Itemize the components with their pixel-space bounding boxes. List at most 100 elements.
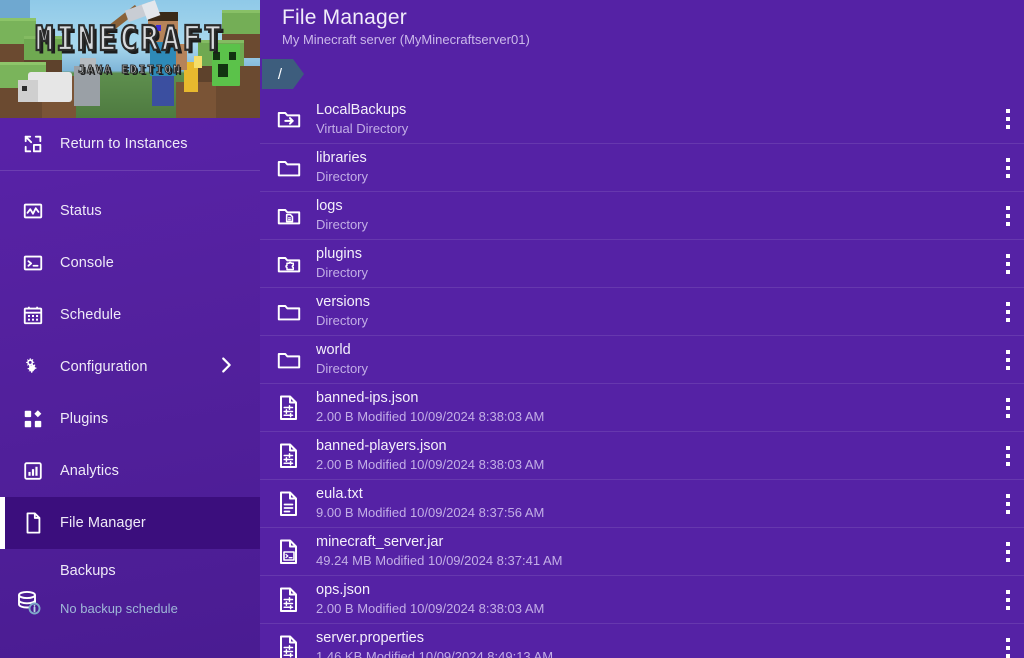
file-name: plugins xyxy=(316,246,368,263)
kebab-menu-icon[interactable] xyxy=(999,201,1017,231)
file-meta: minecraft_server.jar49.24 MB Modified 10… xyxy=(316,534,562,569)
page-header: File Manager My Minecraft server (MyMine… xyxy=(260,0,1024,47)
file-row[interactable]: ops.json2.00 B Modified 10/09/2024 8:38:… xyxy=(260,575,1024,623)
file-details: 9.00 B Modified 10/09/2024 8:37:56 AM xyxy=(316,504,544,521)
kebab-menu-icon[interactable] xyxy=(999,489,1017,519)
sidebar-item-configuration[interactable]: Configuration xyxy=(0,341,260,393)
file-meta: server.properties1.46 KB Modified 10/09/… xyxy=(316,630,553,658)
kebab-menu-icon[interactable] xyxy=(999,633,1017,658)
file-meta: logsDirectory xyxy=(316,198,368,233)
sidebar-item-console[interactable]: Console xyxy=(0,237,260,289)
sidebar-item-label: File Manager xyxy=(60,515,146,531)
kebab-menu-icon[interactable] xyxy=(999,104,1017,134)
sidebar-item-file-manager[interactable]: File Manager xyxy=(0,497,260,549)
file-terminal-icon xyxy=(272,538,306,566)
fullscreen-exit-icon xyxy=(18,133,48,155)
banner-title: MINECRAFT xyxy=(35,20,225,59)
file-meta: eula.txt9.00 B Modified 10/09/2024 8:37:… xyxy=(316,486,544,521)
file-details: 49.24 MB Modified 10/09/2024 8:37:41 AM xyxy=(316,552,562,569)
file-meta: pluginsDirectory xyxy=(316,246,368,281)
kebab-menu-icon[interactable] xyxy=(999,585,1017,615)
file-row[interactable]: banned-players.json2.00 B Modified 10/09… xyxy=(260,431,1024,479)
file-row[interactable]: worldDirectory xyxy=(260,335,1024,383)
file-row[interactable]: minecraft_server.jar49.24 MB Modified 10… xyxy=(260,527,1024,575)
file-meta: versionsDirectory xyxy=(316,294,370,329)
document-icon xyxy=(18,511,48,535)
kebab-menu-icon[interactable] xyxy=(999,441,1017,471)
folder-arrow-icon xyxy=(272,106,306,132)
page-title: File Manager xyxy=(282,6,1024,30)
file-settings-icon xyxy=(272,442,306,470)
server-name-subtitle: My Minecraft server (MyMinecraftserver01… xyxy=(282,32,1024,47)
file-list: LocalBackupsVirtual Directory librariesD… xyxy=(260,95,1024,658)
file-name: server.properties xyxy=(316,630,553,647)
file-details: Directory xyxy=(316,312,370,329)
folder-icon xyxy=(272,347,306,373)
file-name: LocalBackups xyxy=(316,102,408,119)
file-name: libraries xyxy=(316,150,368,167)
file-name: logs xyxy=(316,198,368,215)
file-row[interactable]: pluginsDirectory xyxy=(260,239,1024,287)
sidebar-item-label: Schedule xyxy=(60,307,121,323)
file-meta: banned-ips.json2.00 B Modified 10/09/202… xyxy=(316,390,544,425)
folder-puzzle-icon xyxy=(272,251,306,277)
sidebar-item-return-to-instances[interactable]: Return to Instances xyxy=(0,118,260,170)
sidebar-item-status[interactable]: Status xyxy=(0,185,260,237)
file-meta: librariesDirectory xyxy=(316,150,368,185)
file-text-icon xyxy=(272,490,306,518)
file-row[interactable]: LocalBackupsVirtual Directory xyxy=(260,95,1024,143)
file-meta: banned-players.json2.00 B Modified 10/09… xyxy=(316,438,544,473)
file-details: 2.00 B Modified 10/09/2024 8:38:03 AM xyxy=(316,456,544,473)
sidebar-item-label: Console xyxy=(60,255,114,271)
kebab-menu-icon[interactable] xyxy=(999,153,1017,183)
plugins-grid-icon xyxy=(18,408,48,430)
folder-icon xyxy=(272,155,306,181)
file-settings-icon xyxy=(272,586,306,614)
file-meta: LocalBackupsVirtual Directory xyxy=(316,102,408,137)
file-name: world xyxy=(316,342,368,359)
file-details: Virtual Directory xyxy=(316,120,408,137)
folder-document-icon xyxy=(272,203,306,229)
sidebar-item-schedule[interactable]: Schedule xyxy=(0,289,260,341)
file-row[interactable]: server.properties1.46 KB Modified 10/09/… xyxy=(260,623,1024,658)
minecraft-banner: MINECRAFT JAVA EDITION xyxy=(0,0,260,118)
database-info-icon xyxy=(14,587,48,626)
file-settings-icon xyxy=(272,634,306,658)
file-row[interactable]: logsDirectory xyxy=(260,191,1024,239)
file-name: minecraft_server.jar xyxy=(316,534,562,551)
file-row[interactable]: banned-ips.json2.00 B Modified 10/09/202… xyxy=(260,383,1024,431)
kebab-menu-icon[interactable] xyxy=(999,393,1017,423)
file-name: eula.txt xyxy=(316,486,544,503)
file-details: 2.00 B Modified 10/09/2024 8:38:03 AM xyxy=(316,600,544,617)
sidebar-item-label: Analytics xyxy=(60,463,119,479)
sidebar-backups-section[interactable]: Backups No backup schedule xyxy=(0,563,260,616)
file-settings-icon xyxy=(272,394,306,422)
kebab-menu-icon[interactable] xyxy=(999,297,1017,327)
kebab-menu-icon[interactable] xyxy=(999,249,1017,279)
file-meta: ops.json2.00 B Modified 10/09/2024 8:38:… xyxy=(316,582,544,617)
kebab-menu-icon[interactable] xyxy=(999,345,1017,375)
chevron-right-icon xyxy=(218,354,234,380)
backups-status-text: No backup schedule xyxy=(60,601,260,616)
file-details: Directory xyxy=(316,168,368,185)
sidebar-item-analytics[interactable]: Analytics xyxy=(0,445,260,497)
file-row[interactable]: versionsDirectory xyxy=(260,287,1024,335)
sidebar: MINECRAFT JAVA EDITION Return to Instanc… xyxy=(0,0,260,658)
banner-subtitle: JAVA EDITION xyxy=(0,63,260,76)
breadcrumb-item-root[interactable]: / xyxy=(262,59,304,89)
terminal-icon xyxy=(18,252,48,274)
file-name: versions xyxy=(316,294,370,311)
file-meta: worldDirectory xyxy=(316,342,368,377)
file-row[interactable]: eula.txt9.00 B Modified 10/09/2024 8:37:… xyxy=(260,479,1024,527)
file-details: 2.00 B Modified 10/09/2024 8:38:03 AM xyxy=(316,408,544,425)
kebab-menu-icon[interactable] xyxy=(999,537,1017,567)
sidebar-item-label: Status xyxy=(60,203,102,219)
gears-icon xyxy=(18,356,48,379)
sidebar-item-plugins[interactable]: Plugins xyxy=(0,393,260,445)
sidebar-item-label: Configuration xyxy=(60,359,148,375)
file-name: banned-ips.json xyxy=(316,390,544,407)
calendar-icon xyxy=(18,304,48,326)
file-row[interactable]: librariesDirectory xyxy=(260,143,1024,191)
file-details: Directory xyxy=(316,264,368,281)
breadcrumb: / xyxy=(260,59,1024,89)
